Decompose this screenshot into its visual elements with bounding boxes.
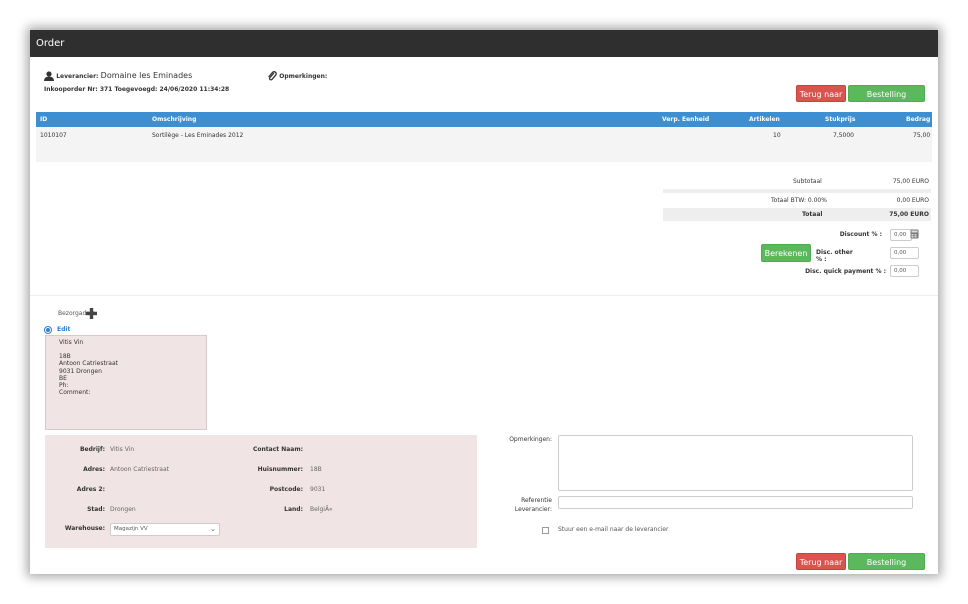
address2-label: Adres 2: — [76, 486, 105, 493]
col-description: Omschrijving — [152, 116, 197, 123]
email-label: Stuur een e-mail naar de leverancier — [558, 526, 669, 533]
company-label: Bedrijf: — [79, 446, 105, 453]
order-window: Order Leverancier: Domaine les Eminades … — [30, 30, 938, 574]
chevron-down-icon: ⌄ — [210, 525, 216, 533]
total-value: 75,00 EURO — [889, 211, 929, 218]
order-info: Inkooporder Nr: 371 Toegevoegd: 24/06/20… — [44, 86, 230, 93]
remarks-info: Opmerkingen: — [267, 71, 327, 81]
supplier-value: Domaine les Eminades — [100, 71, 193, 80]
remarks-label: Opmerkingen: — [279, 73, 328, 80]
vat-value: 0,00 EURO — [896, 197, 929, 204]
discount-label: Discount % : — [839, 231, 882, 238]
warehouse-select[interactable]: Magazijn VV ⌄ — [110, 523, 220, 536]
address-label: Adres: — [83, 466, 105, 473]
vat-label: Totaal BTW: 0.00% — [771, 197, 827, 204]
subtotal-row: Subtotaal 75,00 EURO — [663, 175, 931, 188]
reference-label-line2: Leverancier: — [514, 506, 552, 513]
address-line: 18B — [59, 353, 71, 361]
disc-other-input[interactable]: 0,00 — [890, 247, 919, 259]
row-description: Sortilège - Les Eminades 2012 — [152, 132, 244, 139]
country-value[interactable]: BelgiÃ« — [310, 506, 333, 513]
supplier-label: Leverancier: — [56, 73, 99, 80]
section-divider — [30, 295, 938, 296]
row-amount: 75,00 — [913, 132, 931, 139]
row-articles: 10 — [773, 132, 781, 139]
table-empty-row — [36, 144, 932, 162]
address-card[interactable]: Vitis Vin 18B Antoon Catriestraat 9031 D… — [45, 335, 207, 430]
discount-input[interactable]: 0,00 — [890, 229, 912, 241]
address-line: Comment: — [59, 389, 91, 397]
address-line: Vitis Vin — [59, 339, 84, 346]
subtotal-value: 75,00 EURO — [892, 178, 929, 185]
address-line — [59, 346, 206, 353]
col-price: Stukprijs — [825, 116, 856, 123]
col-amount: Bedrag — [906, 116, 931, 123]
back-button-top[interactable]: Terug naar — [796, 85, 846, 102]
company-value[interactable]: Vitis Vin — [110, 446, 134, 453]
email-checkbox[interactable] — [542, 527, 549, 534]
col-articles: Artikelen — [749, 116, 780, 123]
postcode-label: Postcode: — [269, 486, 303, 493]
notes-remarks-label: Opmerkingen: — [509, 436, 552, 443]
disc-other-label: Disc. other % : — [816, 249, 853, 263]
address-line: Antoon Catriestraat — [59, 360, 119, 368]
reference-input[interactable] — [558, 496, 913, 509]
finish-order-button-top[interactable]: Bestelling afronden — [848, 85, 925, 116]
back-button-bottom[interactable]: Terug naar — [796, 553, 846, 570]
address-line: 9031 Drongen — [59, 367, 102, 375]
edit-link[interactable]: Edit — [57, 326, 70, 333]
disc-quick-input[interactable]: 0,00 — [890, 265, 919, 277]
calculator-icon[interactable] — [910, 229, 920, 239]
warehouse-value: Magazijn VV — [114, 526, 148, 532]
reference-label-line1: Referentie — [521, 497, 552, 504]
user-icon — [44, 71, 54, 81]
col-id: ID — [40, 116, 48, 123]
address-line: BE — [59, 374, 67, 382]
finish-order-button-bottom[interactable]: Bestelling afronden — [848, 553, 925, 570]
remarks-textarea[interactable] — [558, 435, 913, 491]
city-label: Stad: — [87, 506, 105, 513]
col-unit: Verp. Eenheid — [662, 116, 710, 123]
table-header: ID Omschrijving Verp. Eenheid Artikelen … — [36, 112, 932, 127]
postcode-value[interactable]: 9031 — [310, 486, 325, 493]
reference-label: Referentie Leverancier: — [490, 496, 552, 514]
housenr-value[interactable]: 18B — [310, 466, 322, 473]
housenr-label: Huisnummer: — [257, 466, 303, 473]
summary-divider — [663, 189, 931, 193]
vat-row: Totaal BTW: 0.00% 0,00 EURO — [663, 194, 931, 207]
subtotal-label: Subtotaal — [793, 178, 822, 185]
address-form: Bedrijf: Vitis Vin Contact Naam: Adres: … — [45, 435, 477, 548]
add-address-icon[interactable] — [86, 308, 97, 319]
table-row: 1010107 Sortilège - Les Eminades 2012 10… — [36, 127, 932, 144]
country-label: Land: — [284, 506, 303, 513]
paperclip-icon — [268, 71, 277, 81]
total-label: Totaal — [802, 211, 823, 218]
address-line: Ph: — [59, 382, 69, 390]
contact-label: Contact Naam: — [253, 446, 303, 453]
edit-radio[interactable] — [44, 326, 52, 334]
address-value[interactable]: Antoon Catriestraat — [110, 466, 169, 473]
total-row: Totaal 75,00 EURO — [663, 208, 931, 221]
window-title: Order — [30, 30, 938, 57]
row-price: 7,5000 — [833, 132, 854, 139]
city-value[interactable]: Drongen — [110, 506, 136, 513]
supplier-info: Leverancier: Domaine les Eminades — [44, 71, 192, 81]
disc-quick-label: Disc. quick payment % : — [805, 268, 886, 275]
row-id: 1010107 — [40, 132, 67, 139]
warehouse-label: Warehouse: — [64, 525, 105, 532]
